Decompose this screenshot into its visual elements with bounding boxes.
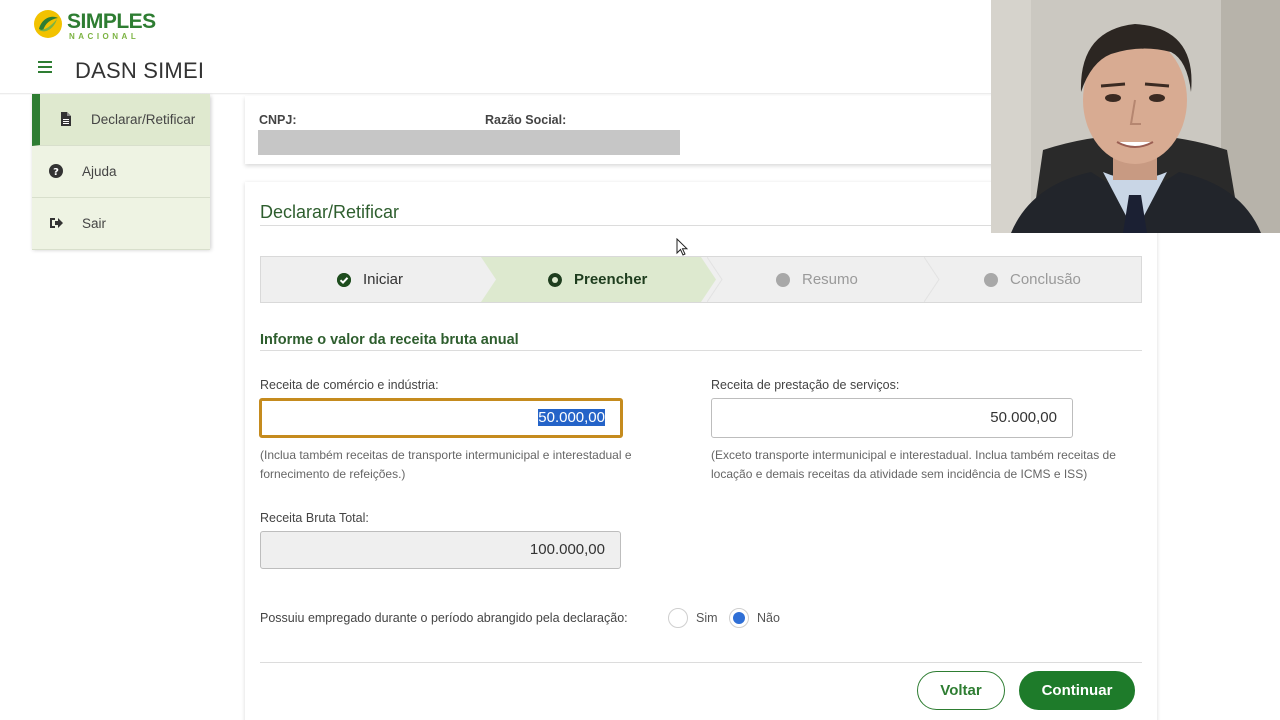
pending-step-dot-icon xyxy=(776,273,790,287)
webcam-overlay xyxy=(991,0,1280,233)
company-info-card: CNPJ: Razão Social: xyxy=(245,96,1005,164)
current-step-circle-icon xyxy=(548,273,562,287)
sidebar-item-ajuda[interactable]: ? Ajuda xyxy=(32,146,210,198)
receita-bruta-total-label: Receita Bruta Total: xyxy=(260,511,369,525)
step-label: Resumo xyxy=(802,271,858,288)
logo-mark-icon xyxy=(34,10,62,38)
check-circle-icon xyxy=(337,273,351,287)
footer-divider xyxy=(260,662,1142,663)
progress-stepper: Iniciar Preencher Resumo Conclusão xyxy=(260,256,1142,303)
razao-social-label: Razão Social: xyxy=(485,113,567,127)
empregado-question: Possuiu empregado durante o período abra… xyxy=(260,611,628,625)
logo-subtext: NACIONAL xyxy=(69,32,140,41)
question-icon: ? xyxy=(49,164,63,178)
radio-sim[interactable] xyxy=(668,608,688,628)
presenter-video-image xyxy=(991,0,1280,233)
prestacao-servicos-help: (Exceto transporte intermunicipal e inte… xyxy=(711,448,1116,481)
step-conclusao: Conclusão xyxy=(984,257,1124,302)
input-value: 50.000,00 xyxy=(990,409,1057,426)
radio-sim-label: Sim xyxy=(696,611,718,625)
redacted-company-info xyxy=(258,130,680,155)
sign-out-icon xyxy=(50,218,63,228)
app-title: DASN SIMEI xyxy=(75,58,205,83)
document-icon xyxy=(61,112,71,126)
radio-nao-label: Não xyxy=(757,611,780,625)
sidebar: Declarar/Retificar ? Ajuda Sair xyxy=(32,94,210,250)
selected-value-text: 50.000,00 xyxy=(538,409,605,426)
receita-bruta-total-field: 100.000,00 xyxy=(260,531,621,569)
radio-nao[interactable] xyxy=(729,608,749,628)
step-label: Conclusão xyxy=(1010,271,1081,288)
declaration-form-card: Declarar/Retificar Iniciar Preencher Res… xyxy=(245,182,1157,720)
step-iniciar[interactable]: Iniciar xyxy=(337,257,477,302)
sidebar-item-label: Ajuda xyxy=(82,164,117,179)
sidebar-item-sair[interactable]: Sair xyxy=(32,198,210,250)
prestacao-servicos-label: Receita de prestação de serviços: xyxy=(711,378,900,392)
step-separator xyxy=(924,257,940,302)
mouse-cursor-icon xyxy=(676,238,688,256)
section-title: Informe o valor da receita bruta anual xyxy=(260,332,519,348)
step-resumo: Resumo xyxy=(776,257,916,302)
step-preencher[interactable]: Preencher xyxy=(548,257,688,302)
prestacao-servicos-input[interactable]: 50.000,00 xyxy=(711,398,1073,438)
svg-text:?: ? xyxy=(53,167,59,178)
sidebar-item-declarar-retificar[interactable]: Declarar/Retificar xyxy=(32,94,210,146)
comercio-industria-input[interactable]: 50.000,00 xyxy=(259,398,623,438)
cnpj-label: CNPJ: xyxy=(259,113,297,127)
sidebar-item-label: Declarar/Retificar xyxy=(91,112,196,127)
total-value: 100.000,00 xyxy=(529,541,605,558)
sidebar-item-label: Sair xyxy=(82,216,107,231)
section-divider xyxy=(260,350,1142,351)
logo-text: SIMPLES xyxy=(67,10,156,33)
step-label: Preencher xyxy=(574,271,648,288)
pending-step-dot-icon xyxy=(984,273,998,287)
simples-nacional-logo[interactable]: SIMPLES NACIONAL xyxy=(33,9,158,45)
comercio-industria-help: (Inclua também receitas de transporte in… xyxy=(260,448,632,481)
voltar-button[interactable]: Voltar xyxy=(917,671,1005,710)
hamburger-menu-icon[interactable] xyxy=(38,61,52,75)
continuar-button[interactable]: Continuar xyxy=(1019,671,1135,710)
comercio-industria-label: Receita de comércio e indústria: xyxy=(260,378,439,392)
step-separator xyxy=(707,257,723,302)
step-label: Iniciar xyxy=(363,271,404,288)
page-title: Declarar/Retificar xyxy=(260,202,400,222)
